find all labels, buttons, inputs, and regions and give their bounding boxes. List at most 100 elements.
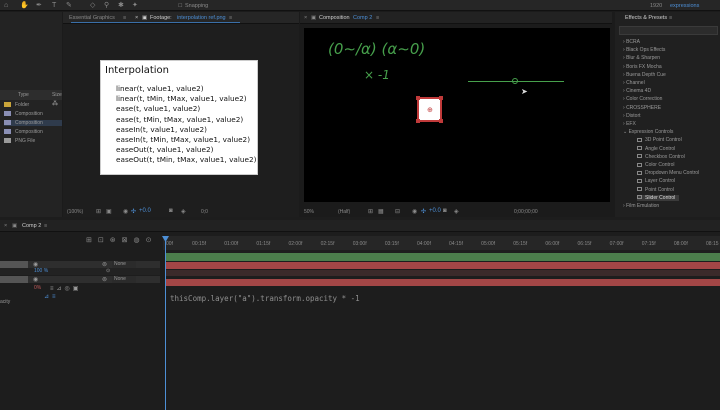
effects-menu-icon[interactable]: ≡ <box>669 15 672 21</box>
viewer-camera-icon[interactable]: ◙ <box>443 208 447 214</box>
viewer-snapshot-icon[interactable]: ◈ <box>454 208 459 215</box>
handle-top-right[interactable] <box>439 96 443 100</box>
pen-tool-icon[interactable]: ✒ <box>36 2 42 9</box>
layer-1-pickwhip-icon[interactable]: ⊚ <box>102 261 107 268</box>
layer-1-visibility-icon[interactable]: ◉ <box>33 261 38 268</box>
handle-top-left[interactable] <box>416 96 420 100</box>
viewer-exposure-icon[interactable]: ✣ <box>421 208 426 215</box>
project-item[interactable]: Composition <box>4 129 43 135</box>
layer-2-parent-select[interactable]: None <box>112 276 136 283</box>
effect-item[interactable]: 3D Point Control <box>637 137 682 143</box>
tab-footage-prefix[interactable]: Footage: <box>150 15 172 21</box>
size-column-label[interactable]: Size <box>52 92 62 98</box>
layer-bar-red-2[interactable] <box>166 279 720 286</box>
viewer-exposure-value[interactable]: +0.0 <box>429 208 441 214</box>
project-item[interactable]: PNG File <box>4 138 35 144</box>
effects-category[interactable]: › Black Ops Effects <box>623 47 665 53</box>
viewer-zoom[interactable]: 50% <box>304 209 314 215</box>
brush-tool-icon[interactable]: ✎ <box>66 2 72 9</box>
effects-category[interactable]: › BCRA <box>623 39 640 45</box>
time-ruler[interactable] <box>163 236 720 250</box>
tab-footage-file[interactable]: interpolation ref.png <box>177 15 226 21</box>
timeline-switches-icons[interactable]: ⊞⊡⊛⊠◍⊙ <box>86 236 157 244</box>
white-square-layer[interactable]: ⊕ <box>416 96 443 123</box>
timeline-menu-icon[interactable]: ≡ <box>44 223 47 229</box>
effects-category[interactable]: › Channel <box>623 80 645 86</box>
effect-item[interactable]: Checkbox Control <box>637 154 685 160</box>
timeline-close-icon[interactable]: × <box>4 223 7 229</box>
project-item[interactable]: Composition <box>4 111 43 117</box>
tab-menu-icon[interactable]: ≡ <box>229 15 232 21</box>
effects-category[interactable]: › Boris FX Mocha <box>623 64 662 70</box>
show-snapshot-icon[interactable]: ◈ <box>181 208 186 215</box>
roto-tool-icon[interactable]: ✱ <box>118 2 124 9</box>
effect-item[interactable]: Angle Control <box>637 146 675 152</box>
workspace-label[interactable]: expressions <box>670 3 699 10</box>
layer-bar-dark[interactable] <box>166 270 720 276</box>
anchor-point-icon[interactable]: ⊕ <box>427 106 433 114</box>
region-icon[interactable]: ⊞ <box>368 208 373 215</box>
effects-search-input[interactable] <box>619 26 718 35</box>
expression-editor[interactable]: thisComp.layer("a").transform.opacity * … <box>170 294 360 303</box>
effects-category[interactable]: › EFX <box>623 121 636 127</box>
composition-viewer[interactable]: (0∼/α) (α∼0) × -1 ➤ ⊕ <box>304 28 610 202</box>
type-column-label[interactable]: Type <box>18 92 29 98</box>
effects-category[interactable]: › Distort <box>623 113 641 119</box>
opacity-value[interactable]: 0% <box>34 285 41 291</box>
viewer-quality[interactable]: (Half) <box>338 209 350 215</box>
expression-graph-icons[interactable]: ⊿≡ <box>44 293 59 300</box>
effect-item[interactable]: Slider Control <box>637 194 679 201</box>
transparency-grid-icon[interactable]: ▦ <box>378 208 384 215</box>
layer-1-parent-select[interactable]: None <box>112 261 136 268</box>
effects-category[interactable]: › Color Correction <box>623 96 662 102</box>
effects-category[interactable]: ⌄ Expression Controls <box>623 129 673 135</box>
layer-bar-green[interactable] <box>166 253 720 261</box>
effects-category[interactable]: › CROSSPHERE <box>623 105 661 111</box>
composition-menu-icon[interactable]: ≡ <box>376 15 379 21</box>
tab-composition-close[interactable]: × <box>304 15 307 21</box>
effects-category[interactable]: › Film Emulation <box>623 203 659 209</box>
exposure-value[interactable]: +0.0 <box>139 208 151 214</box>
eraser-tool-icon[interactable]: ◇ <box>90 2 95 9</box>
type-tool-icon[interactable]: T <box>52 2 56 9</box>
puppet-tool-icon[interactable]: ✦ <box>132 2 138 9</box>
channel-icon[interactable]: ◉ <box>123 208 128 215</box>
footage-zoom[interactable]: (100%) <box>67 209 83 215</box>
tab-composition-prefix[interactable]: Composition <box>319 15 350 21</box>
frame-icon[interactable]: ▣ <box>106 208 112 215</box>
effects-panel-title[interactable]: Effects & Presets <box>625 15 667 21</box>
layer-2-pickwhip-icon[interactable]: ⊚ <box>102 276 107 283</box>
effect-item[interactable]: Dropdown Menu Control <box>637 170 699 176</box>
project-item[interactable]: Composition <box>4 120 62 126</box>
handle-bottom-right[interactable] <box>439 119 443 123</box>
home-icon[interactable]: ⌂ <box>4 2 8 9</box>
tab-footage-close-icon[interactable]: × <box>135 15 138 21</box>
effect-item[interactable]: Layer Control <box>637 178 675 184</box>
tab-essential-close[interactable]: ≡ <box>123 15 126 21</box>
effect-item[interactable]: Color Control <box>637 162 674 168</box>
effect-item[interactable]: Point Control <box>637 187 674 193</box>
effects-category[interactable]: › Buena Depth Cue <box>623 72 666 78</box>
toggle-grid-icon[interactable]: ⊞ <box>96 208 101 215</box>
effects-category[interactable]: › Cinema 4D <box>623 88 651 94</box>
layer-2-visibility-icon[interactable]: ◉ <box>33 276 38 283</box>
scale-value[interactable]: 100 % <box>34 268 48 274</box>
layer-bar-red-1[interactable] <box>166 262 720 269</box>
effects-category[interactable]: › Blur & Sharpen <box>623 55 660 61</box>
hand-tool-icon[interactable]: ✋ <box>20 2 29 9</box>
tab-essential-graphics[interactable]: Essential Graphics <box>69 15 115 21</box>
viewer-timecode[interactable]: 0;00;00;00 <box>514 209 538 215</box>
exposure-icon[interactable]: ✣ <box>131 208 136 215</box>
layer-row-2[interactable]: ◉ ⊚ None <box>0 276 160 283</box>
timeline-tab-name[interactable]: Comp 2 <box>22 223 41 229</box>
expression-controls-icons[interactable]: ≡⊿◎▣ <box>50 285 81 292</box>
snapping-checkbox[interactable]: ☐ <box>178 3 182 10</box>
stamp-tool-icon[interactable]: ⚲ <box>104 2 109 9</box>
scale-link-icon[interactable]: ⊙ <box>106 268 110 274</box>
project-item[interactable]: Folder <box>4 102 29 108</box>
tab-composition-name[interactable]: Comp 2 <box>353 15 372 21</box>
viewer-channel-icon[interactable]: ◉ <box>412 208 417 215</box>
viewer-guides-icon[interactable]: ⊟ <box>395 208 400 215</box>
camera-icon[interactable]: ◙ <box>169 208 173 214</box>
frame-offset[interactable]: 0;0 <box>201 209 208 215</box>
